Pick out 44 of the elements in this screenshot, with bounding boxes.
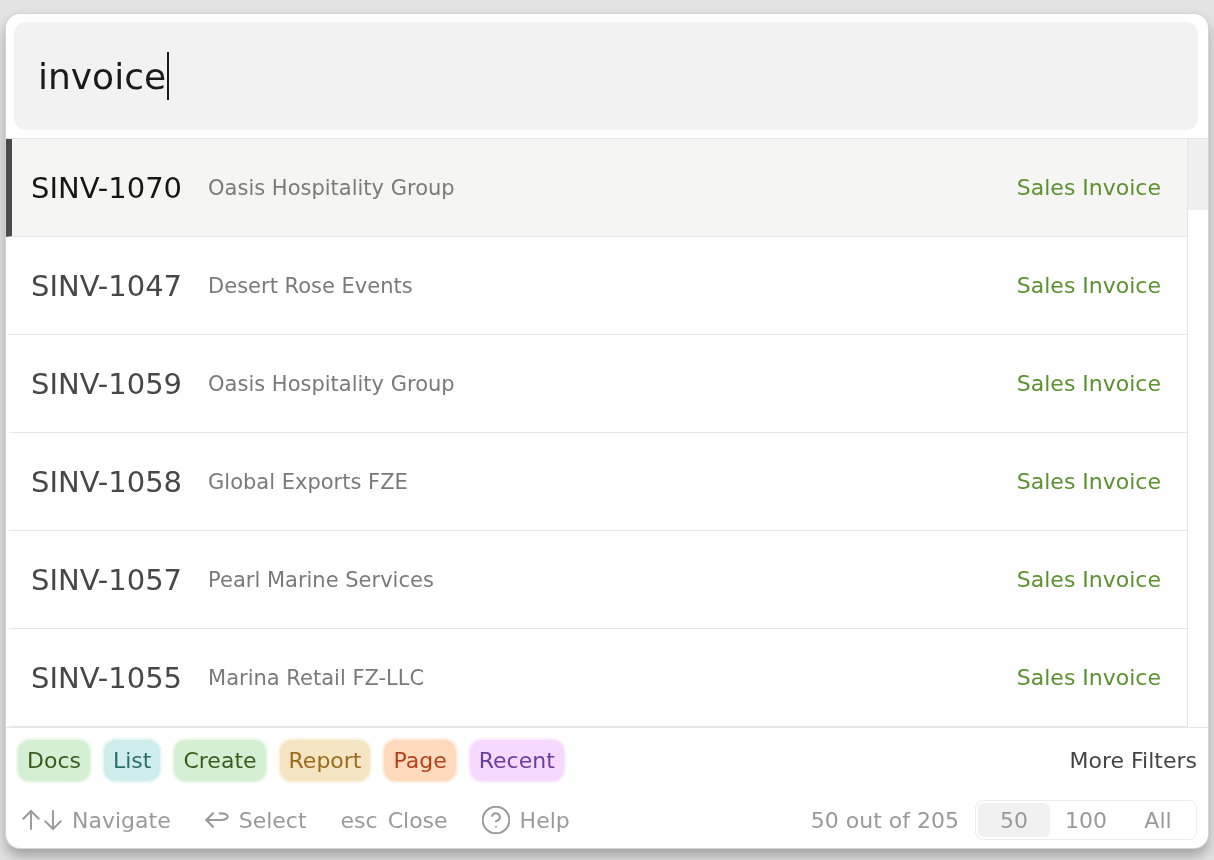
down-arrow-icon (44, 808, 62, 832)
result-id: SINV-1055 (31, 660, 183, 695)
result-title: Oasis Hospitality Group (208, 175, 456, 200)
result-id: SINV-1057 (31, 562, 183, 597)
return-arrow-icon (204, 811, 229, 829)
result-row[interactable]: SINV-1070 Oasis Hospitality Group Sales Invoice (6, 139, 1187, 237)
scrollbar-thumb[interactable] (1188, 139, 1208, 210)
more-filters-button[interactable]: More Filters (1069, 748, 1197, 773)
result-row[interactable]: SINV-1047 Desert Rose Events Sales Invoice (6, 237, 1187, 335)
filter-chip[interactable]: Recent (467, 738, 566, 783)
result-title: Pearl Marine Services (208, 567, 435, 592)
search-field[interactable]: invoice (14, 22, 1198, 130)
help-icon (481, 806, 510, 834)
result-id: SINV-1070 (31, 170, 183, 205)
result-type: Sales Invoice (1016, 567, 1161, 592)
result-title: Marina Retail FZ-LLC (208, 665, 426, 690)
result-type: Sales Invoice (1016, 469, 1161, 494)
hint-label: Navigate (72, 807, 171, 833)
hint-label: Select (238, 807, 307, 833)
result-type: Sales Invoice (1016, 273, 1161, 298)
text-cursor (167, 52, 170, 100)
result-type: Sales Invoice (1016, 371, 1161, 396)
result-id: SINV-1058 (31, 464, 183, 499)
filter-chip[interactable]: Report (277, 738, 373, 783)
key-label: esc (340, 807, 378, 833)
result-row[interactable]: SINV-1058 Global Exports FZE Sales Invoice (6, 433, 1187, 531)
hint-label: Help (519, 807, 570, 833)
result-title: Desert Rose Events (208, 273, 414, 298)
filter-chip[interactable]: Create (172, 738, 268, 783)
result-row[interactable]: SINV-1059 Oasis Hospitality Group Sales Invoice (6, 335, 1187, 433)
result-type: Sales Invoice (1016, 665, 1161, 690)
up-arrow-icon (22, 808, 40, 832)
filter-chip[interactable]: List (101, 738, 163, 783)
result-title: Global Exports FZE (208, 469, 409, 494)
result-id: SINV-1047 (31, 268, 183, 303)
filter-chip[interactable]: Docs (16, 738, 92, 783)
result-type: Sales Invoice (1016, 175, 1161, 200)
result-id: SINV-1059 (31, 366, 183, 401)
result-row[interactable]: SINV-1057 Pearl Marine Services Sales Invoice (6, 531, 1187, 629)
result-title: Oasis Hospitality Group (208, 371, 456, 396)
filter-chip[interactable]: Page (382, 738, 458, 783)
hint-label: Close (387, 807, 448, 833)
result-row[interactable]: SINV-1055 Marina Retail FZ-LLC Sales Invoice (6, 629, 1187, 727)
result-count: 50 out of 205 (810, 807, 959, 833)
